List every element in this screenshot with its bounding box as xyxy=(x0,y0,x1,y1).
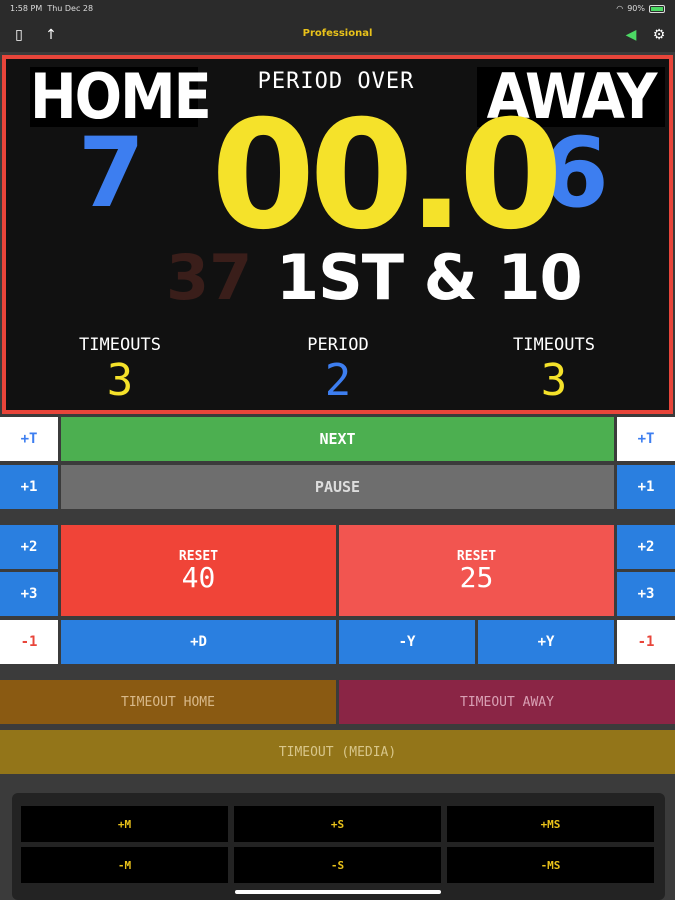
status-time: 1:58 PM xyxy=(10,4,43,13)
home-timeouts-label: TIMEOUTS xyxy=(79,335,161,355)
next-button[interactable]: NEXT xyxy=(61,417,614,461)
period-value[interactable]: 2 xyxy=(268,359,408,403)
home-plus2-button[interactable]: +2 xyxy=(0,525,58,569)
away-minus1-button[interactable]: -1 xyxy=(617,620,675,664)
reset-25-value: 25 xyxy=(459,561,494,594)
game-clock[interactable]: 00.0 xyxy=(211,101,563,251)
plus-s-button[interactable]: +S xyxy=(234,806,441,842)
period-label: PERIOD xyxy=(307,335,369,355)
home-plus3-button[interactable]: +3 xyxy=(0,572,58,616)
away-timeouts[interactable]: 3 xyxy=(484,359,624,403)
wifi-icon: ◠ xyxy=(616,4,624,13)
away-plus1-button[interactable]: +1 xyxy=(617,465,675,509)
pause-button[interactable]: PAUSE xyxy=(61,465,614,509)
minus-ms-button[interactable]: -MS xyxy=(447,847,654,883)
home-plus1-button[interactable]: +1 xyxy=(0,465,58,509)
timeout-away-button[interactable]: TIMEOUT AWAY xyxy=(339,680,675,724)
plus-y-button[interactable]: +Y xyxy=(478,620,614,664)
away-timeouts-label: TIMEOUTS xyxy=(513,335,595,355)
home-timeouts[interactable]: 3 xyxy=(50,359,190,403)
plus-d-button[interactable]: +D xyxy=(61,620,336,664)
away-plus2-button[interactable]: +2 xyxy=(617,525,675,569)
home-plus-t-button[interactable]: +T xyxy=(0,417,58,461)
home-score[interactable]: 7 xyxy=(78,125,145,221)
status-date: Thu Dec 28 xyxy=(47,4,94,13)
play-clock[interactable]: 37 xyxy=(166,247,252,309)
home-indicator[interactable] xyxy=(235,890,441,894)
down-distance[interactable]: 1ST & 10 xyxy=(276,247,583,309)
gear-icon[interactable]: ⚙ xyxy=(650,26,668,44)
plus-ms-button[interactable]: +MS xyxy=(447,806,654,842)
home-minus1-button[interactable]: -1 xyxy=(0,620,58,664)
plus-m-button[interactable]: +M xyxy=(21,806,228,842)
reset-25-button[interactable]: RESET 25 xyxy=(339,525,614,616)
mode-title[interactable]: Professional xyxy=(0,28,675,39)
scoreboard: HOME AWAY 7 6 PERIOD OVER 00.0 37 1ST & … xyxy=(2,55,673,414)
battery-percent: 90% xyxy=(627,4,645,13)
away-plus3-button[interactable]: +3 xyxy=(617,572,675,616)
timeout-home-button[interactable]: TIMEOUT HOME xyxy=(0,680,336,724)
minus-s-button[interactable]: -S xyxy=(234,847,441,883)
away-plus-t-button[interactable]: +T xyxy=(617,417,675,461)
reset-40-value: 40 xyxy=(181,561,216,594)
reset-40-button[interactable]: RESET 40 xyxy=(61,525,336,616)
toolbar: ▯ ↑ Professional ◀ ⚙ xyxy=(0,18,675,52)
status-bar: 1:58 PM Thu Dec 28 ◠ 90% xyxy=(0,0,675,18)
speaker-icon[interactable]: ◀ xyxy=(622,26,640,44)
timeout-media-button[interactable]: TIMEOUT (MEDIA) xyxy=(0,730,675,774)
battery-icon xyxy=(649,4,665,13)
minus-y-button[interactable]: -Y xyxy=(339,620,475,664)
minus-m-button[interactable]: -M xyxy=(21,847,228,883)
